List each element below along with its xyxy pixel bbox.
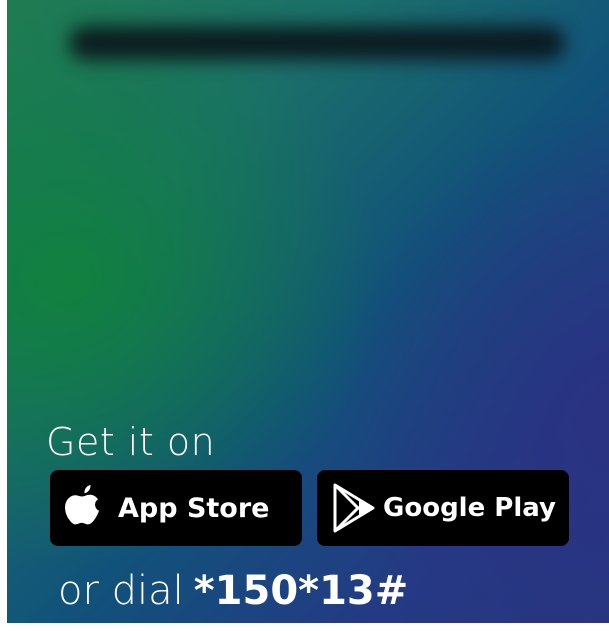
apple-logo-icon — [60, 482, 104, 534]
app-store-label: App Store — [118, 492, 270, 524]
get-it-on-label: Get it on — [46, 420, 216, 464]
google-play-label: Google Play — [383, 493, 556, 523]
promo-banner: Get it on App Store Google Play or dial *… — [7, 0, 609, 623]
app-store-button[interactable]: App Store — [50, 470, 302, 546]
blurred-header-bar — [69, 26, 565, 60]
google-play-logo-icon — [329, 481, 379, 535]
google-play-button[interactable]: Google Play — [317, 470, 569, 546]
dial-prefix: or dial — [58, 568, 184, 614]
ussd-code: *150*13# — [193, 568, 409, 614]
dial-instruction: or dial *150*13# — [58, 565, 408, 617]
